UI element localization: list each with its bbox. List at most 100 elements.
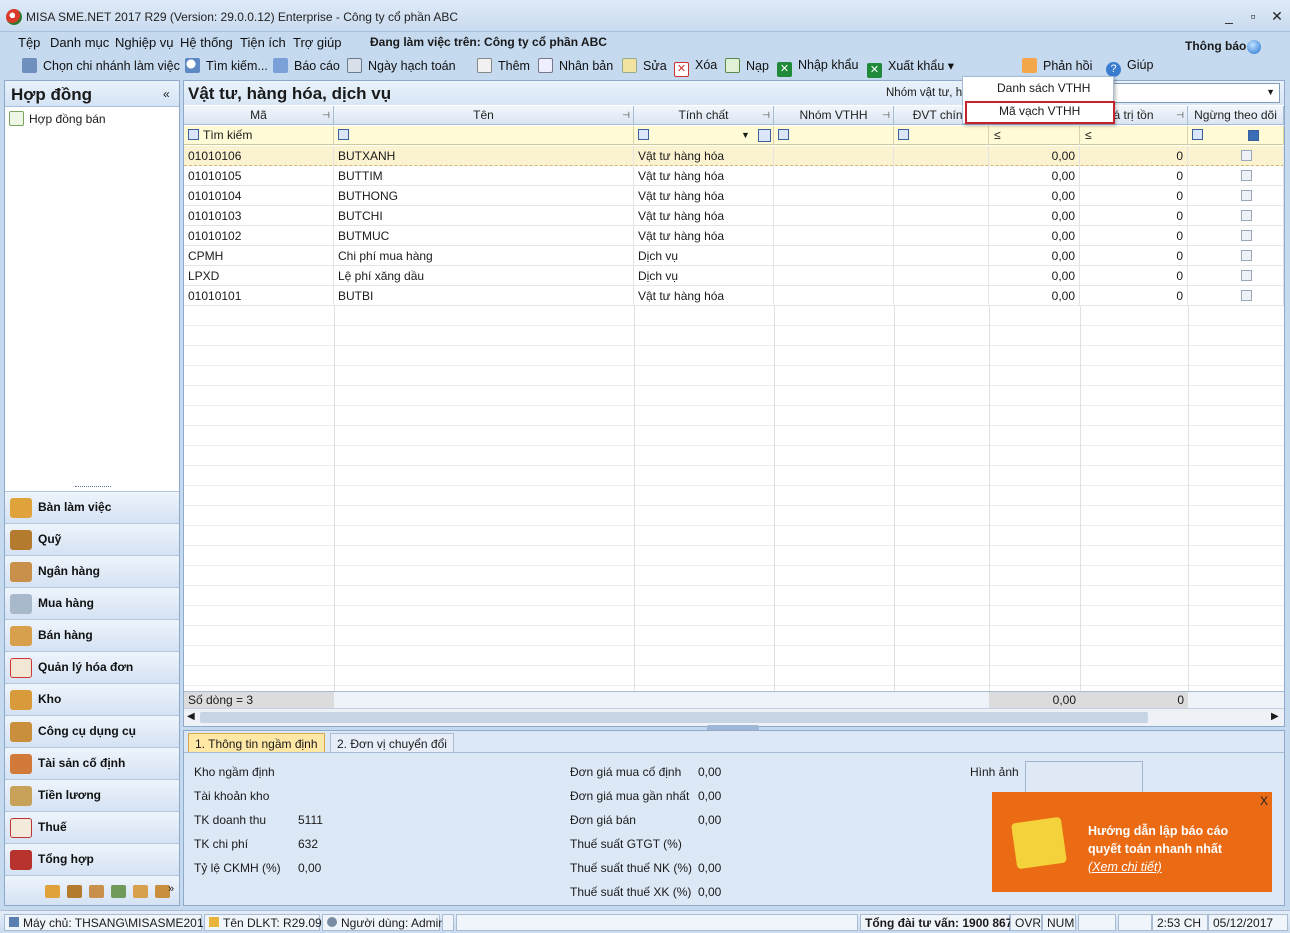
module-bank[interactable]: Ngân hàng [5,555,179,587]
import-button[interactable]: ✕ Nhập khẩu [777,58,858,77]
close-icon[interactable]: X [1260,794,1268,808]
module-cash[interactable]: Quỹ [5,523,179,555]
filter-group[interactable] [774,126,894,145]
inactive-checkbox[interactable] [1241,230,1252,241]
pin-icon[interactable]: ⊣ [322,106,330,125]
pin-icon[interactable]: ⊣ [1176,106,1184,125]
module-sales[interactable]: Bán hàng [5,619,179,651]
filter-operator-icon[interactable] [638,129,649,140]
inactive-checkbox[interactable] [1241,170,1252,181]
column-header-inactive[interactable]: Ngừng theo dõi [1188,106,1284,125]
filter-stock-value[interactable]: ≤ [1080,126,1188,145]
collapse-pane-button[interactable]: « [163,87,170,101]
pin-icon[interactable]: ⊣ [882,106,890,125]
column-header-group[interactable]: Nhóm VTHH ⊣ [774,106,894,125]
filter-operator-icon[interactable] [778,129,789,140]
filter-operator-icon[interactable] [898,129,909,140]
inactive-checkbox[interactable] [1241,270,1252,281]
add-button[interactable]: Thêm [477,58,530,73]
menu-item-item-list[interactable]: Danh sách VTHH [997,81,1090,95]
menu-operations[interactable]: Nghiệp vụ [115,35,174,50]
tab-unit-conversion[interactable]: 2. Đơn vị chuyển đổi [330,733,454,753]
more-chevron-icon[interactable]: » [168,883,174,895]
choose-branch-button[interactable]: Chọn chi nhánh làm việc [22,58,180,73]
filter-operator-icon[interactable] [1192,129,1203,140]
promo-details-link[interactable]: (Xem chi tiết) [1088,860,1162,874]
table-row[interactable]: 01010103 BUTCHI Vật tư hàng hóa 0,00 0 [184,206,1284,226]
feedback-button[interactable]: Phản hồi [1022,58,1092,73]
sidebar-item-sales-contract[interactable]: Hợp đồng bán [9,111,106,126]
chevron-down-icon[interactable]: ▼ [1266,87,1275,97]
horizontal-scrollbar[interactable]: ◀ ▶ [184,708,1284,726]
module-fixed-assets[interactable]: Tài sản cố định [5,747,179,779]
module-payroll[interactable]: Tiền lương [5,779,179,811]
globe-icon[interactable] [1247,40,1261,54]
sales-mini-icon[interactable] [133,885,148,898]
pane-splitter[interactable] [75,486,111,490]
module-general[interactable]: Tổng hợp [5,843,179,875]
delete-button[interactable]: ✕ Xóa [674,58,717,77]
table-row[interactable]: 01010105 BUTTIM Vật tư hàng hóa 0,00 0 [184,166,1284,186]
inactive-checkbox[interactable] [1241,290,1252,301]
filter-quantity[interactable]: ≤ [989,126,1080,145]
menu-help[interactable]: Trợ giúp [293,35,342,50]
report-button[interactable]: Báo cáo [273,58,340,73]
module-invoice[interactable]: Quản lý hóa đơn [5,651,179,683]
tab-default-info[interactable]: 1. Thông tin ngầm định [188,733,325,753]
table-row[interactable]: 01010102 BUTMUC Vật tư hàng hóa 0,00 0 [184,226,1284,246]
table-row[interactable]: 01010104 BUTHONG Vật tư hàng hóa 0,00 0 [184,186,1284,206]
filter-checkbox[interactable] [1248,130,1259,141]
inactive-checkbox[interactable] [1241,150,1252,161]
desktop-mini-icon[interactable] [45,885,60,898]
filter-nature[interactable]: ▼ [634,126,774,145]
module-warehouse[interactable]: Kho [5,683,179,715]
edit-button[interactable]: Sửa [622,58,667,73]
export-button[interactable]: ✕ Xuất khẩu ▾ [867,58,954,78]
minimize-button[interactable]: _ [1218,6,1240,26]
module-tax[interactable]: Thuế [5,811,179,843]
filter-code[interactable]: Tìm kiếm [184,126,334,145]
pin-icon[interactable]: ⊣ [762,106,770,125]
posting-date-button[interactable]: Ngày hạch toán [347,58,456,73]
duplicate-button[interactable]: Nhân bản [538,58,613,73]
search-button[interactable]: Tìm kiếm... [185,58,268,73]
clear-filter-icon[interactable] [758,129,771,142]
close-button[interactable]: ✕ [1266,6,1288,26]
menu-utilities[interactable]: Tiện ích [240,35,286,50]
table-row[interactable]: LPXD Lệ phí xăng dầu Dịch vụ 0,00 0 [184,266,1284,286]
column-header-code[interactable]: Mã ⊣ [184,106,334,125]
column-header-nature[interactable]: Tính chất ⊣ [634,106,774,125]
help-button[interactable]: ? Giúp [1106,58,1153,77]
table-row[interactable]: CPMH Chi phí mua hàng Dịch vụ 0,00 0 [184,246,1284,266]
menu-item-item-barcode[interactable]: Mã vạch VTHH [965,101,1115,124]
scroll-right-icon[interactable]: ▶ [1271,711,1279,722]
filter-inactive[interactable] [1188,126,1284,145]
table-row[interactable]: 01010101 BUTBI Vật tư hàng hóa 0,00 0 [184,286,1284,306]
restore-button[interactable]: ▫ [1242,6,1264,26]
column-header-name[interactable]: Tên ⊣ [334,106,634,125]
cash-mini-icon[interactable] [67,885,82,898]
filter-operator-icon[interactable] [188,129,199,140]
menu-file[interactable]: Tệp [18,35,40,50]
menu-system[interactable]: Hệ thống [180,35,233,50]
inactive-checkbox[interactable] [1241,190,1252,201]
reload-button[interactable]: Nạp [725,58,769,73]
pin-icon[interactable]: ⊣ [622,106,630,125]
purchase-mini-icon[interactable] [111,885,126,898]
group-filter-select[interactable]: ▼ [1100,83,1280,103]
inactive-checkbox[interactable] [1241,210,1252,221]
notification-link[interactable]: Thông báo [1185,39,1246,53]
scroll-left-icon[interactable]: ◀ [187,711,195,722]
menu-catalog[interactable]: Danh mục [50,35,109,50]
scroll-thumb[interactable] [200,712,1148,723]
filter-unit[interactable] [894,126,989,145]
table-row[interactable]: 01010106 BUTXANH Vật tư hàng hóa 0,00 0 [184,146,1284,166]
filter-operator-icon[interactable] [338,129,349,140]
inactive-checkbox[interactable] [1241,250,1252,261]
chevron-down-icon[interactable]: ▼ [741,126,750,145]
filter-name[interactable] [334,126,634,145]
module-desktop[interactable]: Bàn làm việc [5,491,179,523]
module-purchase[interactable]: Mua hàng [5,587,179,619]
module-tools[interactable]: Công cụ dụng cụ [5,715,179,747]
bank-mini-icon[interactable] [89,885,104,898]
